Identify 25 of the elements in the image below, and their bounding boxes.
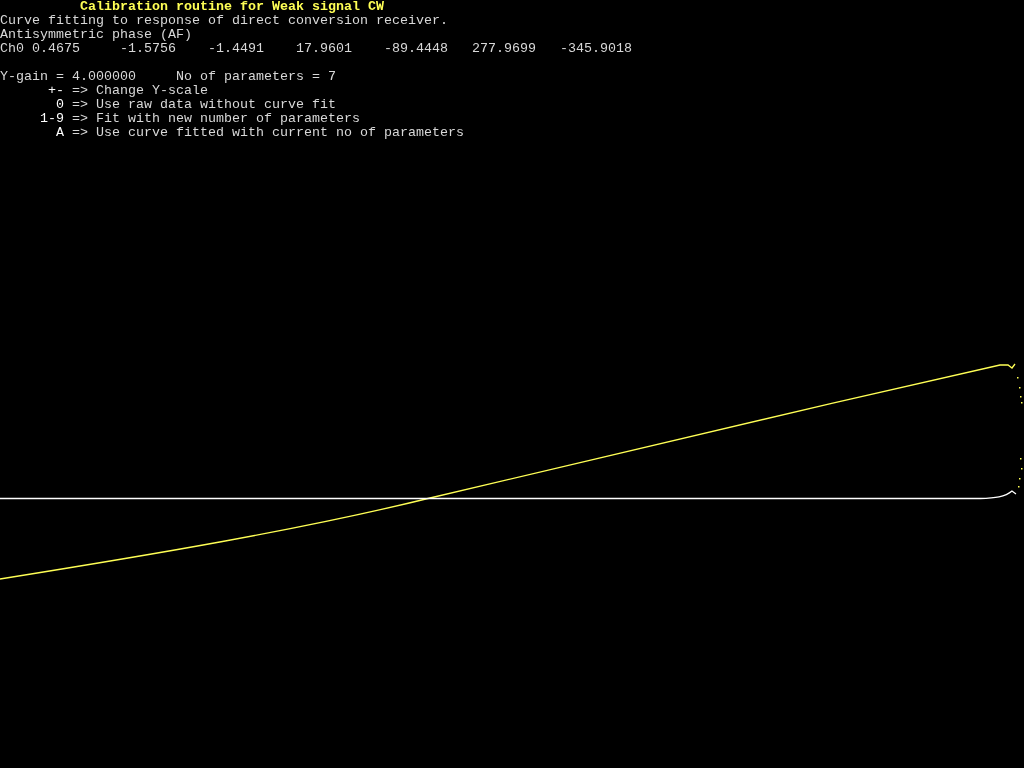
- menu-action: Fit with new number of parameters: [96, 112, 360, 126]
- coefficient-value: -1.5756: [120, 42, 177, 56]
- menu-arrow: =>: [72, 84, 88, 98]
- mode-text: Antisymmetric phase (AF): [0, 28, 192, 42]
- menu-key: +-: [48, 84, 64, 98]
- coefficient-value: -1.4491: [208, 42, 265, 56]
- y-gain-text: Y-gain = 4.000000: [0, 70, 137, 84]
- menu-action: Use curve fitted with current no of parameters: [96, 126, 464, 140]
- menu-arrow: =>: [72, 112, 88, 126]
- coefficient-value: 277.9699: [472, 42, 537, 56]
- description-text: Curve fitting to response of direct conversion receiver.: [0, 14, 448, 28]
- menu-key: 0: [56, 98, 64, 112]
- coefficient-value: -89.4448: [384, 42, 449, 56]
- menu-action: Change Y-scale: [96, 84, 208, 98]
- menu-key: A: [56, 126, 64, 140]
- menu-arrow: =>: [72, 126, 88, 140]
- menu-key: 1-9: [40, 112, 64, 126]
- coefficient-value: -345.9018: [560, 42, 633, 56]
- coefficient-value: 0.4675: [32, 42, 81, 56]
- menu-arrow: =>: [72, 98, 88, 112]
- window-title: Calibration routine for Weak signal CW: [80, 0, 384, 14]
- menu-action: Use raw data without curve fit: [96, 98, 336, 112]
- parameter-count-text: No of parameters = 7: [176, 70, 336, 84]
- channel-label: Ch0: [0, 42, 25, 56]
- coefficient-value: 17.9601: [296, 42, 353, 56]
